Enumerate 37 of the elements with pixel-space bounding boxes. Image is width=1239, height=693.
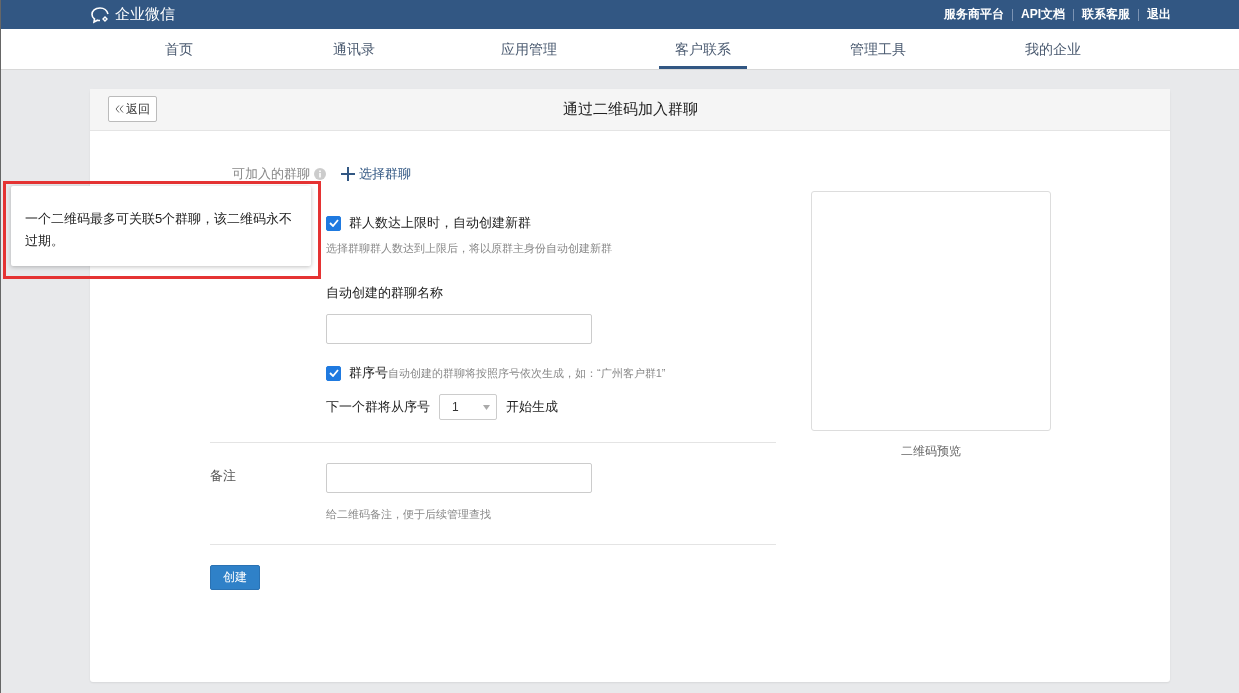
- hint-text: 给二维码备注，便于后续管理查找: [326, 507, 492, 522]
- checkbox[interactable]: [326, 215, 341, 231]
- nav-tab[interactable]: 我的企业: [965, 29, 1140, 69]
- hint-text: 自动创建的群聊将按照序号依次生成，如：“广州客户群1”: [388, 365, 666, 381]
- header-link[interactable]: 服务商平台: [944, 6, 1004, 23]
- remark-input[interactable]: [326, 463, 592, 493]
- tooltip: 一个二维码最多可关联5个群聊，该二维码永不过期。: [11, 186, 311, 266]
- logo-text: 企业微信: [115, 5, 175, 24]
- checkbox-label: 群人数达上限时，自动创建新群: [349, 214, 531, 232]
- nav-tab[interactable]: 首页: [91, 29, 266, 69]
- header-link[interactable]: API文档: [1021, 6, 1065, 23]
- nav-tab[interactable]: 管理工具: [790, 29, 965, 69]
- field-label: 可加入的群聊: [232, 165, 310, 183]
- page-title: 通过二维码加入群聊: [562, 100, 698, 119]
- checkbox[interactable]: [326, 365, 341, 381]
- preview-caption: 二维码预览: [901, 443, 961, 460]
- select-group-link[interactable]: 选择群聊: [341, 165, 411, 183]
- hint-text: 选择群聊群人数达到上限后，将以原群主身份自动创建新群: [326, 241, 613, 256]
- back-button[interactable]: 返回: [108, 96, 157, 122]
- create-button[interactable]: 创建: [210, 565, 260, 590]
- field-label: 自动创建的群聊名称: [326, 284, 444, 302]
- info-icon: [314, 168, 326, 180]
- serial-suffix-text: 开始生成: [506, 398, 558, 416]
- field-label: 备注: [210, 467, 236, 485]
- checkbox-label: 群序号: [349, 364, 388, 382]
- group-name-input[interactable]: [326, 314, 592, 344]
- caret-icon: [483, 404, 490, 410]
- chat-bubble-icon: [90, 5, 112, 24]
- double-chevron-icon: [115, 105, 124, 113]
- header-link[interactable]: 退出: [1147, 6, 1171, 23]
- header-link[interactable]: 联系客服: [1082, 6, 1130, 23]
- nav-tab[interactable]: 通讯录: [266, 29, 441, 69]
- nav-tab[interactable]: 客户联系: [659, 29, 747, 69]
- serial-dropdown[interactable]: 1: [439, 394, 497, 420]
- plus-icon: [341, 167, 355, 181]
- nav-tab[interactable]: 应用管理: [441, 29, 616, 69]
- serial-prefix-text: 下一个群将从序号: [326, 398, 430, 416]
